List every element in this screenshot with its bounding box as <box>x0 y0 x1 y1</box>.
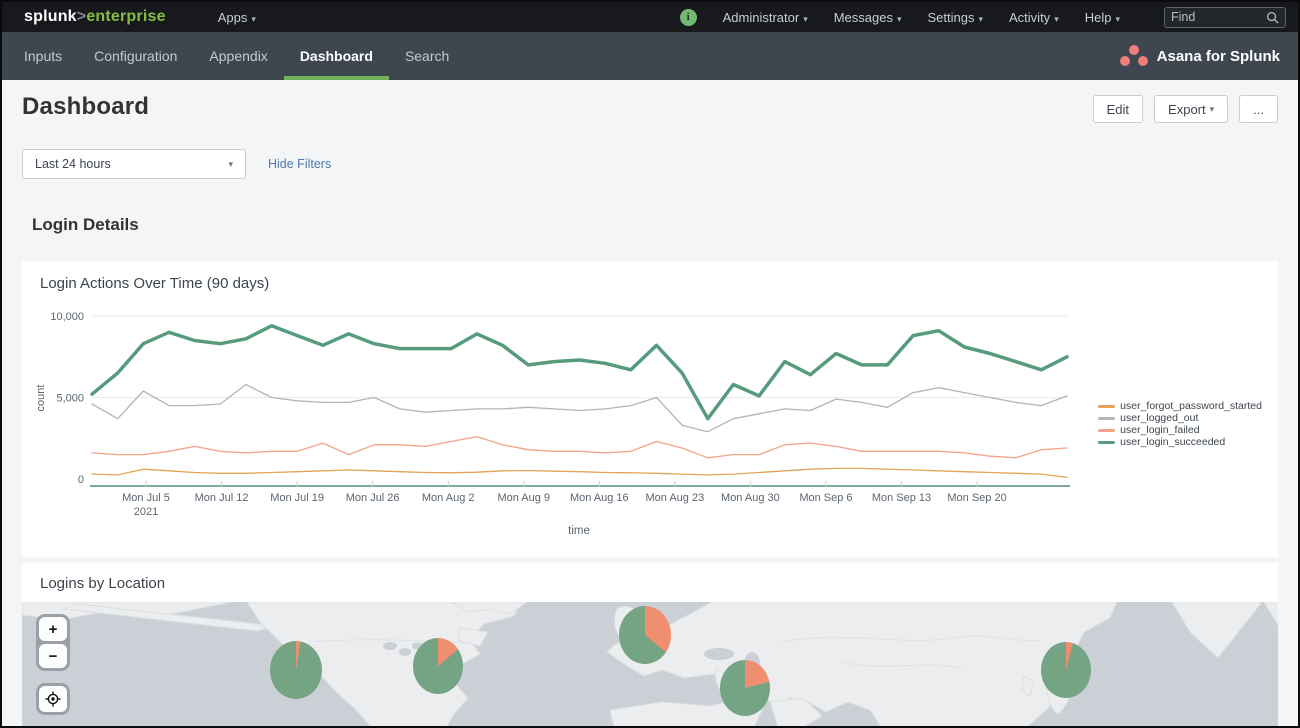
legend-item-user_forgot_password_started[interactable]: user_forgot_password_started <box>1098 400 1262 412</box>
legend-swatch <box>1098 417 1115 420</box>
svg-text:2021: 2021 <box>134 506 158 518</box>
app-tabs: InputsConfigurationAppendixDashboardSear… <box>8 32 465 80</box>
apps-menu[interactable]: Apps▾ <box>218 10 256 25</box>
logins-by-location-panel: Logins by Location + − <box>22 563 1278 728</box>
tab-appendix[interactable]: Appendix <box>193 32 283 80</box>
legend-item-user_logged_out[interactable]: user_logged_out <box>1098 412 1262 424</box>
edit-button[interactable]: Edit <box>1093 95 1143 123</box>
legend-item-user_login_succeeded[interactable]: user_login_succeeded <box>1098 436 1262 448</box>
caret-down-icon: ▾ <box>251 14 256 24</box>
tab-dashboard[interactable]: Dashboard <box>284 32 389 80</box>
svg-text:Mon Sep 13: Mon Sep 13 <box>872 492 931 504</box>
legend-swatch <box>1098 405 1115 408</box>
splunk-logo[interactable]: splunk>enterprise <box>24 8 166 26</box>
info-icon[interactable]: i <box>680 9 697 26</box>
svg-text:Mon Aug 16: Mon Aug 16 <box>570 492 629 504</box>
svg-text:Mon Aug 23: Mon Aug 23 <box>645 492 704 504</box>
svg-text:Mon Jul 26: Mon Jul 26 <box>346 492 400 504</box>
legend-label: user_login_succeeded <box>1120 436 1225 448</box>
chart-title: Login Actions Over Time (90 days) <box>22 261 1278 292</box>
page-actions: Edit Export▾ ... <box>1093 93 1278 123</box>
topbar-menu: i Administrator▾ Messages▾ Settings▾ Activi… <box>680 7 1286 28</box>
caret-down-icon: ▾ <box>1210 104 1215 115</box>
map-controls: + − <box>36 614 70 715</box>
tab-configuration[interactable]: Configuration <box>78 32 193 80</box>
caret-down-icon: ▾ <box>978 14 983 24</box>
app-window: splunk>enterprise Apps▾ i Administrator▾… <box>0 0 1300 728</box>
map-zoom-control: + − <box>36 614 70 671</box>
svg-text:Mon Jul 5: Mon Jul 5 <box>122 492 170 504</box>
login-pie-us-west[interactable] <box>270 641 322 699</box>
svg-text:time: time <box>568 525 590 537</box>
locate-button[interactable] <box>39 686 67 712</box>
app-brand: Asana for Splunk <box>1120 32 1280 80</box>
find-search-box[interactable] <box>1164 7 1286 28</box>
caret-down-icon: ▾ <box>1054 14 1059 24</box>
topbar-menu-help[interactable]: Help▾ <box>1085 10 1120 25</box>
page-title: Dashboard <box>22 93 149 121</box>
svg-text:Mon Sep 6: Mon Sep 6 <box>799 492 852 504</box>
hide-filters-link[interactable]: Hide Filters <box>268 157 331 171</box>
topbar-menu-administrator[interactable]: Administrator▾ <box>723 10 808 25</box>
more-actions-button[interactable]: ... <box>1239 95 1278 123</box>
svg-text:5,000: 5,000 <box>56 393 84 405</box>
world-map[interactable]: + − <box>22 602 1278 728</box>
topbar-menu-messages[interactable]: Messages▾ <box>834 10 902 25</box>
legend-swatch <box>1098 429 1115 432</box>
chart-legend: user_forgot_password_starteduser_logged_… <box>1098 400 1262 448</box>
caret-down-icon: ▾ <box>1115 14 1120 24</box>
login-actions-panel: Login Actions Over Time (90 days) 0 5,000… <box>22 261 1278 557</box>
legend-label: user_forgot_password_started <box>1120 400 1262 412</box>
tab-search[interactable]: Search <box>389 32 465 80</box>
caret-down-icon: ▾ <box>803 14 808 24</box>
caret-down-icon: ▾ <box>897 14 902 24</box>
tab-inputs[interactable]: Inputs <box>8 32 78 80</box>
legend-label: user_logged_out <box>1120 412 1198 424</box>
topbar-menu-settings[interactable]: Settings▾ <box>928 10 984 25</box>
svg-text:Mon Aug 30: Mon Aug 30 <box>721 492 780 504</box>
asana-logo-icon <box>1120 45 1148 67</box>
time-range-dropdown[interactable]: Last 24 hours ▾ <box>22 149 246 179</box>
app-brand-label: Asana for Splunk <box>1157 48 1280 65</box>
legend-item-user_login_failed[interactable]: user_login_failed <box>1098 424 1262 436</box>
zoom-out-button[interactable]: − <box>39 644 67 668</box>
zoom-in-button[interactable]: + <box>39 617 67 641</box>
svg-text:0: 0 <box>78 474 84 486</box>
svg-text:Mon Aug 2: Mon Aug 2 <box>422 492 475 504</box>
login-pie-western-europe[interactable] <box>619 606 671 664</box>
locate-icon <box>45 691 61 707</box>
legend-label: user_login_failed <box>1120 424 1199 436</box>
topbar-menu-activity[interactable]: Activity▾ <box>1009 10 1059 25</box>
map-locate-control <box>36 683 70 715</box>
login-pie-middle-east[interactable] <box>720 660 770 716</box>
section-title: Login Details <box>22 215 1278 235</box>
search-icon <box>1266 11 1279 24</box>
svg-text:Mon Sep 20: Mon Sep 20 <box>947 492 1006 504</box>
time-range-value: Last 24 hours <box>35 157 111 171</box>
find-input[interactable] <box>1171 10 1266 24</box>
caret-down-icon: ▾ <box>228 159 233 170</box>
export-button[interactable]: Export▾ <box>1154 95 1228 123</box>
map-title: Logins by Location <box>22 563 1278 592</box>
login-pie-us-east[interactable] <box>413 638 463 694</box>
svg-text:count: count <box>35 385 47 412</box>
svg-text:Mon Aug 9: Mon Aug 9 <box>497 492 550 504</box>
top-bar: splunk>enterprise Apps▾ i Administrator▾… <box>2 2 1298 32</box>
legend-swatch <box>1098 441 1115 444</box>
login-actions-chart: 0 5,000 10,000 count Mon Jul 5 2021 Mon Jul 12… <box>22 296 1282 559</box>
svg-text:Mon Jul 12: Mon Jul 12 <box>195 492 249 504</box>
svg-text:Mon Jul 19: Mon Jul 19 <box>270 492 324 504</box>
app-nav-bar: InputsConfigurationAppendixDashboardSear… <box>2 32 1298 80</box>
login-pie-japan[interactable] <box>1041 642 1091 698</box>
svg-text:10,000: 10,000 <box>50 311 84 323</box>
